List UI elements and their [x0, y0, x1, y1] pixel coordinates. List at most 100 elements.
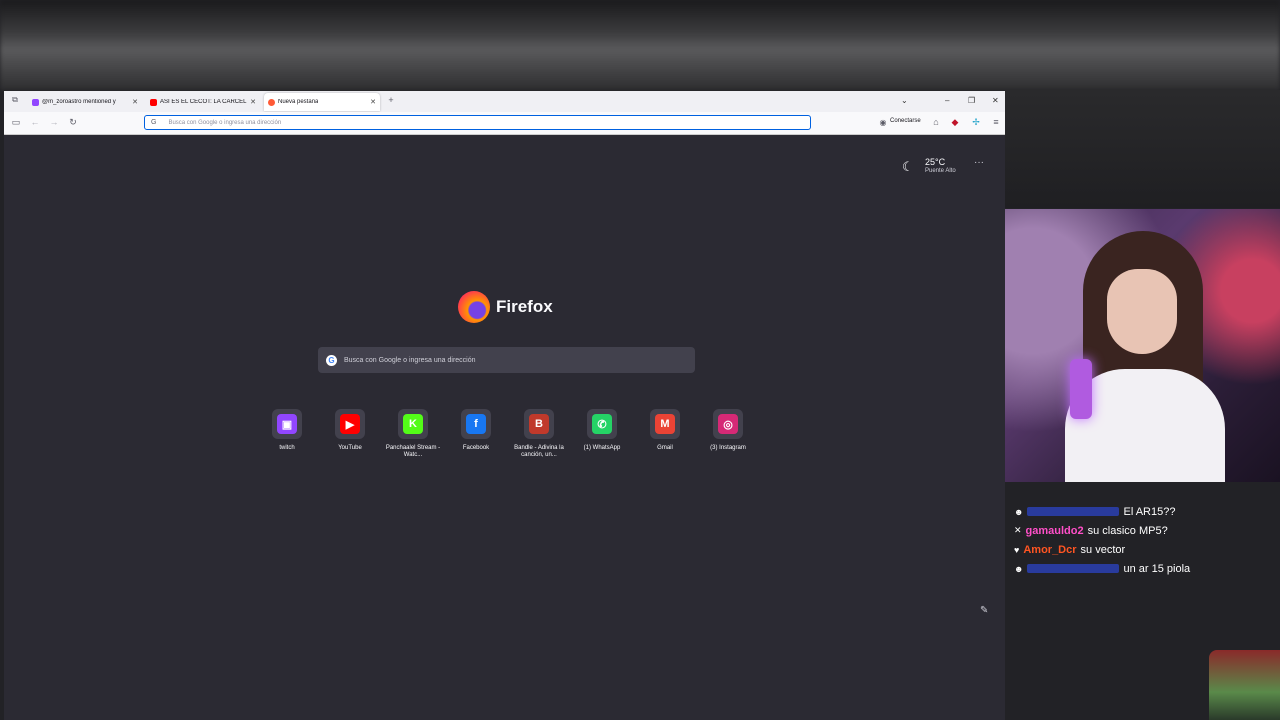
tab-list-icon[interactable]: ⧉ — [9, 95, 21, 105]
microphone — [1070, 359, 1092, 419]
back-arrow-icon[interactable]: ← — [29, 117, 41, 127]
shortcut-tile-bg: f — [461, 409, 491, 439]
instagram-icon: ◎ — [718, 414, 738, 434]
tab-title: @m_zoroastro mentioned y — [42, 99, 116, 105]
shortcut-tile-bg: ✆ — [587, 409, 617, 439]
tab-bar: ⧉ @m_zoroastro mentioned y ✕ ASÍ ES EL C… — [4, 91, 1005, 112]
shortcut-label: Panchaalel Stream - Watc... — [385, 445, 441, 458]
address-bar-placeholder: Busca con Google o ingresa una dirección — [168, 119, 282, 126]
close-tab-icon[interactable]: ✕ — [370, 98, 376, 106]
chat-username[interactable]: gamauldo2 — [1026, 525, 1084, 537]
moon-weather-icon: ☾ — [902, 159, 914, 174]
navigation-toolbar: ▭ ← → ↻ G Busca con Google o ingresa una… — [4, 112, 1005, 135]
google-icon: G — [326, 354, 337, 366]
extension-icon[interactable]: ⌂ — [930, 117, 942, 127]
shortcut-tile-bg: ▣ — [272, 409, 302, 439]
shortcut-tile[interactable]: ◎ (3) Instagram — [698, 409, 758, 452]
streamer-face — [1107, 269, 1177, 354]
minimize-icon[interactable]: – — [945, 96, 949, 105]
search-engine-google-icon[interactable]: G — [151, 119, 156, 126]
ublock-shield-icon[interactable]: ◆ — [949, 117, 961, 128]
shortcut-label: Bandle - Adivina la canción, un... — [514, 445, 564, 458]
gmail-icon: M — [655, 414, 675, 434]
account-icon: ◉ — [879, 118, 887, 127]
connect-button[interactable]: Conectarse — [890, 118, 921, 124]
chat-message: ☻ un ar 15 piola — [1014, 559, 1190, 578]
blurred-background-right — [1005, 90, 1280, 208]
chat-message: ✕ gamauldo2 su clasico MP5? — [1014, 521, 1190, 540]
bandle-icon: B — [529, 414, 549, 434]
youtube-favicon-icon — [150, 98, 157, 106]
chat-text: El AR15?? — [1123, 505, 1176, 518]
close-window-icon[interactable]: ✕ — [992, 96, 999, 105]
shortcut-label: Gmail — [657, 445, 673, 451]
tab-youtube-cecot[interactable]: ASÍ ES EL CECOT: LA CÁRCEL M ✕ — [146, 93, 260, 111]
close-tab-icon[interactable]: ✕ — [132, 98, 138, 106]
twitch-icon: ▣ — [277, 414, 297, 434]
more-options-icon[interactable]: ··· — [974, 157, 984, 168]
shortcut-tile-bg: B — [524, 409, 554, 439]
weather-temperature: 25°C — [925, 157, 946, 167]
search-placeholder: Busca con Google o ingresa una dirección — [344, 356, 476, 364]
blurred-background-top — [0, 0, 1280, 90]
firefox-window: ⧉ @m_zoroastro mentioned y ✕ ASÍ ES EL C… — [4, 91, 1005, 720]
shortcut-tile[interactable]: M Gmail — [635, 409, 695, 452]
tab-title: ASÍ ES EL CECOT: LA CÁRCEL M — [160, 99, 248, 105]
shortcut-tile-bg: ▶ — [335, 409, 365, 439]
youtube-icon: ▶ — [340, 414, 360, 434]
kick-icon: K — [403, 414, 423, 434]
firefox-logo: Firefox — [458, 291, 553, 323]
translate-icon[interactable]: ✢ — [970, 117, 982, 128]
shortcut-label: twitch — [279, 445, 295, 451]
shortcut-label: YouTube — [338, 445, 362, 451]
shortcut-tile[interactable]: ▣ twitch — [257, 409, 317, 452]
chat-message: ♥ Amor_Dcr su vector — [1014, 540, 1190, 559]
shortcut-label: (1) WhatsApp — [583, 445, 621, 451]
firefox-logo-icon — [458, 291, 490, 323]
restore-icon[interactable]: ❐ — [968, 96, 975, 105]
shortcut-tile[interactable]: ▶ YouTube — [320, 409, 380, 452]
chat-username[interactable] — [1027, 564, 1120, 573]
shortcut-label: Facebook — [462, 445, 490, 451]
forward-arrow-icon[interactable]: → — [48, 117, 60, 127]
zombie-emote-image — [1209, 650, 1280, 720]
chat-message: ☻ El AR15?? — [1014, 502, 1190, 521]
chat-badge-icon: ✕ — [1014, 525, 1022, 535]
shortcut-tile[interactable]: f Facebook — [446, 409, 506, 452]
shortcut-tile[interactable]: K Panchaalel Stream - Watc... — [383, 409, 443, 459]
chat-username[interactable]: Amor_Dcr — [1023, 544, 1076, 556]
shortcut-tile-bg: K — [398, 409, 428, 439]
stream-chat: ☻ El AR15?? ✕ gamauldo2 su clasico MP5? ♥ Amor… — [1014, 502, 1190, 578]
hamburger-menu-icon[interactable]: ≡ — [990, 117, 1002, 127]
tab-new-tab[interactable]: Nueva pestaña ✕ — [264, 93, 380, 111]
chat-text: su vector — [1080, 543, 1126, 556]
close-tab-icon[interactable]: ✕ — [250, 98, 256, 106]
search-input[interactable]: G Busca con Google o ingresa una direcci… — [318, 347, 695, 373]
address-bar[interactable]: G Busca con Google o ingresa una direcci… — [144, 115, 811, 130]
chat-text: su clasico MP5? — [1087, 524, 1168, 537]
edit-pencil-icon[interactable]: ✎ — [980, 605, 988, 616]
new-tab-page: ☾ 25°C Puente Alto ··· Firefox G Busca c… — [4, 135, 1005, 720]
shortcut-label: (3) Instagram — [710, 445, 746, 451]
whatsapp-icon: ✆ — [592, 414, 612, 434]
facebook-icon: f — [466, 414, 486, 434]
tab-title: Nueva pestaña — [278, 99, 319, 105]
twitch-favicon-icon — [32, 98, 39, 106]
chat-badge-icon: ☻ — [1014, 563, 1024, 574]
chat-badge-icon: ♥ — [1014, 544, 1020, 555]
shortcut-tile[interactable]: B Bandle - Adivina la canción, un... — [509, 409, 569, 459]
webcam-overlay — [1005, 209, 1280, 482]
tab-twitch-mention[interactable]: @m_zoroastro mentioned y ✕ — [28, 93, 142, 111]
chat-text: un ar 15 piola — [1123, 562, 1191, 575]
chat-username[interactable] — [1027, 507, 1120, 516]
firefox-wordmark: Firefox — [496, 297, 553, 316]
sidebar-toggle-icon[interactable]: ▭ — [10, 117, 22, 128]
shortcut-tile-bg: M — [650, 409, 680, 439]
reload-icon[interactable]: ↻ — [67, 117, 79, 128]
tab-overflow-chevron-icon[interactable]: ⌄ — [901, 96, 908, 105]
new-tab-plus-icon[interactable]: + — [385, 95, 397, 105]
firefox-favicon-icon — [268, 98, 275, 106]
weather-location: Puente Alto — [925, 168, 956, 174]
shortcut-tile[interactable]: ✆ (1) WhatsApp — [572, 409, 632, 452]
chat-badge-icon: ☻ — [1014, 506, 1024, 517]
